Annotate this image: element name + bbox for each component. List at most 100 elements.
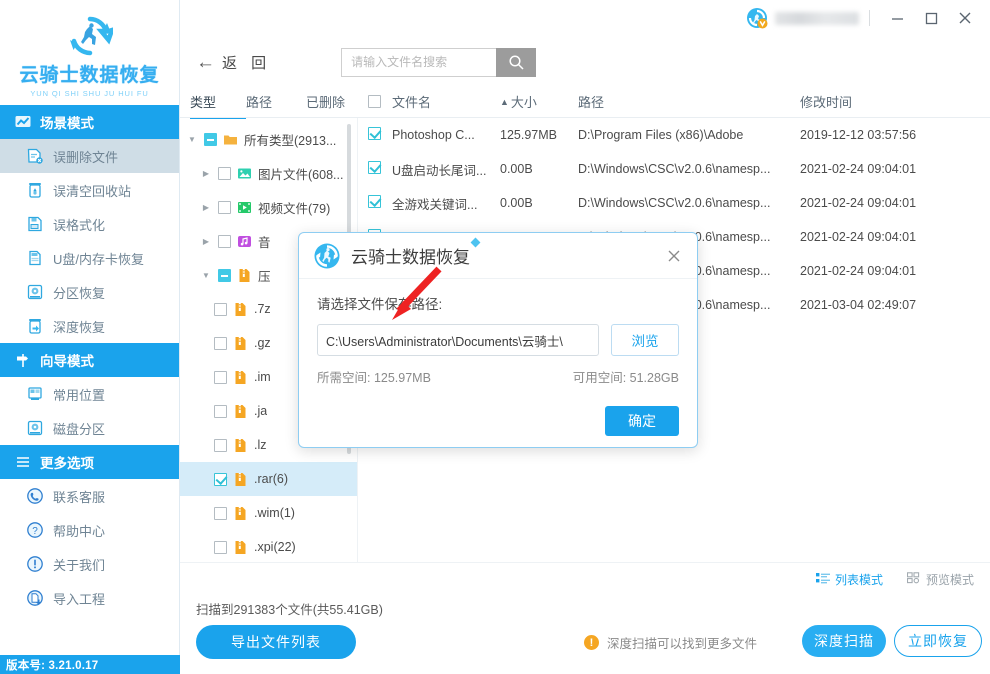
tree-checkbox[interactable] bbox=[214, 506, 227, 520]
column-header-size[interactable]: ▲ 大小 bbox=[500, 92, 578, 111]
sidebar-item-empty-recycle[interactable]: 误清空回收站 bbox=[0, 173, 179, 207]
sidebar-item-label: 误删除文件 bbox=[53, 149, 119, 165]
tree-checkbox[interactable] bbox=[218, 200, 231, 214]
view-mode-list[interactable]: 列表模式 bbox=[815, 571, 883, 588]
sidebar-item-common-location[interactable]: 常用位置 bbox=[0, 377, 179, 411]
save-path-input[interactable] bbox=[317, 324, 599, 356]
sidebar-group-more-options[interactable]: 更多选项 bbox=[0, 445, 179, 479]
cell-modified: 2021-02-24 09:04:01 bbox=[800, 196, 917, 210]
user-avatar-vip-icon[interactable] bbox=[746, 7, 768, 29]
tree-label: 图片文件(608... bbox=[258, 167, 344, 182]
sidebar-item-partition-recovery[interactable]: 分区恢复 bbox=[0, 275, 179, 309]
sidebar-item-disk-partition[interactable]: 磁盘分区 bbox=[0, 411, 179, 445]
recovery-cycle-logo-icon bbox=[313, 242, 341, 270]
chevron-down-icon[interactable]: ▼ bbox=[200, 271, 212, 280]
tree-row[interactable]: .rar(6) bbox=[180, 462, 357, 496]
maximize-button[interactable] bbox=[914, 3, 948, 33]
tree-label: .7z bbox=[254, 302, 271, 316]
chevron-right-icon[interactable]: ▶ bbox=[200, 203, 212, 212]
tree-checkbox[interactable] bbox=[214, 336, 227, 350]
import-project-icon bbox=[26, 589, 44, 607]
export-file-list-button[interactable]: 导出文件列表 bbox=[196, 625, 356, 659]
confirm-button[interactable]: 确定 bbox=[605, 406, 679, 436]
tab-deleted[interactable]: 已删除 bbox=[306, 92, 345, 118]
back-button[interactable]: ← 返 回 bbox=[196, 52, 281, 73]
tree-checkbox[interactable] bbox=[214, 404, 227, 418]
sidebar-item-help-center[interactable]: ? 帮助中心 bbox=[0, 513, 179, 547]
cell-filename: U盘启动长尾词... bbox=[392, 163, 487, 178]
sidebar-item-label: U盘/内存卡恢复 bbox=[53, 251, 145, 267]
tree-label: 压 bbox=[258, 269, 271, 284]
app-subtitle: YUN QI SHI SHU JU HUI FU bbox=[30, 89, 149, 98]
account-area[interactable] bbox=[746, 7, 859, 29]
recover-now-button[interactable]: 立即恢复 bbox=[894, 625, 982, 657]
row-checkbox[interactable] bbox=[368, 161, 392, 177]
location-icon bbox=[26, 385, 44, 403]
column-header-filename[interactable]: 文件名 bbox=[392, 92, 500, 111]
video-file-icon bbox=[237, 200, 252, 215]
table-row[interactable]: U盘启动长尾词... 0.00B D:\Windows\CSC\v2.0.6\n… bbox=[358, 152, 990, 186]
cell-modified: 2019-12-12 03:57:56 bbox=[800, 128, 917, 142]
view-mode-switch: 列表模式 预览模式 bbox=[815, 571, 974, 588]
select-all-checkbox[interactable] bbox=[368, 95, 392, 111]
search-button[interactable] bbox=[496, 47, 537, 77]
table-row[interactable]: Photoshop C... 125.97MB D:\Program Files… bbox=[358, 118, 990, 152]
cell-filename: 全游戏关键词... bbox=[392, 197, 478, 212]
app-logo: 云骑士数据恢复 YUN QI SHI SHU JU HUI FU bbox=[0, 0, 179, 105]
deep-scan-button[interactable]: 深度扫描 bbox=[802, 625, 886, 657]
sidebar-item-import-project[interactable]: 导入工程 bbox=[0, 581, 179, 615]
archive-file-icon bbox=[237, 268, 252, 283]
titlebar bbox=[180, 0, 990, 36]
row-checkbox[interactable] bbox=[368, 127, 392, 143]
sidebar-item-deep-recovery[interactable]: 深度恢复 bbox=[0, 309, 179, 343]
sidebar-item-deleted-file[interactable]: 误删除文件 bbox=[0, 139, 179, 173]
dialog-close-button[interactable] bbox=[663, 245, 685, 267]
sidebar-group-wizard-mode[interactable]: 向导模式 bbox=[0, 343, 179, 377]
tab-and-column-header-row: 类型 路径 已删除 文件名 ▲ 大小 路径 修改时间 bbox=[180, 88, 990, 119]
tree-checkbox[interactable] bbox=[218, 234, 231, 248]
sidebar-item-about-us[interactable]: 关于我们 bbox=[0, 547, 179, 581]
phone-icon bbox=[26, 487, 44, 505]
view-mode-preview[interactable]: 预览模式 bbox=[906, 571, 974, 588]
tree-checkbox[interactable] bbox=[214, 540, 227, 554]
sidebar-item-usb-card[interactable]: U盘/内存卡恢复 bbox=[0, 241, 179, 275]
minimize-button[interactable] bbox=[880, 3, 914, 33]
tree-checkbox[interactable] bbox=[214, 302, 227, 316]
search-input[interactable] bbox=[341, 47, 497, 77]
tree-label: .rar(6) bbox=[254, 472, 289, 486]
tab-type[interactable]: 类型 bbox=[190, 92, 246, 119]
tree-label: .lz bbox=[254, 438, 267, 452]
row-checkbox[interactable] bbox=[368, 195, 392, 211]
tree-checkbox[interactable] bbox=[214, 370, 227, 384]
chevron-right-icon[interactable]: ▶ bbox=[200, 237, 212, 246]
tab-path[interactable]: 路径 bbox=[246, 92, 306, 118]
tree-label: 所有类型(2913... bbox=[244, 133, 337, 148]
column-header-modified[interactable]: 修改时间 bbox=[800, 92, 990, 111]
path-row: 浏览 bbox=[317, 324, 679, 356]
tree-row[interactable]: .xpi(22) bbox=[180, 530, 357, 562]
tree-checkbox[interactable] bbox=[214, 472, 227, 486]
table-row[interactable]: 全游戏关键词... 0.00B D:\Windows\CSC\v2.0.6\na… bbox=[358, 186, 990, 220]
tree-checkbox[interactable] bbox=[214, 438, 227, 452]
close-button[interactable] bbox=[948, 3, 982, 33]
deep-scan-hint: ! 深度扫描可以找到更多文件 bbox=[584, 633, 757, 652]
dialog-body: 请选择文件保存路径: 浏览 所需空间: 125.97MB 可用空间: 51.28… bbox=[299, 279, 697, 436]
sidebar-item-contact-support[interactable]: 联系客服 bbox=[0, 479, 179, 513]
question-icon: ? bbox=[26, 521, 44, 539]
tree-checkbox[interactable] bbox=[218, 166, 231, 180]
browse-button[interactable]: 浏览 bbox=[611, 324, 679, 356]
chevron-right-icon[interactable]: ▶ bbox=[200, 169, 212, 178]
tree-checkbox[interactable] bbox=[204, 132, 217, 146]
tree-row[interactable]: ▼ 所有类型(2913... bbox=[180, 122, 357, 156]
sidebar-group-scene-mode[interactable]: 场景模式 bbox=[0, 105, 179, 139]
sidebar-item-format[interactable]: 误格式化 bbox=[0, 207, 179, 241]
tree-row[interactable]: ▶ 视频文件(79) bbox=[180, 190, 357, 224]
sidebar-item-label: 帮助中心 bbox=[53, 523, 106, 539]
tree-row[interactable]: ▶ 图片文件(608... bbox=[180, 156, 357, 190]
tree-checkbox[interactable] bbox=[218, 268, 231, 282]
tree-label: .im bbox=[254, 370, 271, 384]
chevron-down-icon[interactable]: ▼ bbox=[186, 135, 198, 144]
column-header-path[interactable]: 路径 bbox=[578, 92, 800, 111]
sidebar: 云骑士数据恢复 YUN QI SHI SHU JU HUI FU 场景模式 误删… bbox=[0, 0, 180, 674]
tree-row[interactable]: .wim(1) bbox=[180, 496, 357, 530]
